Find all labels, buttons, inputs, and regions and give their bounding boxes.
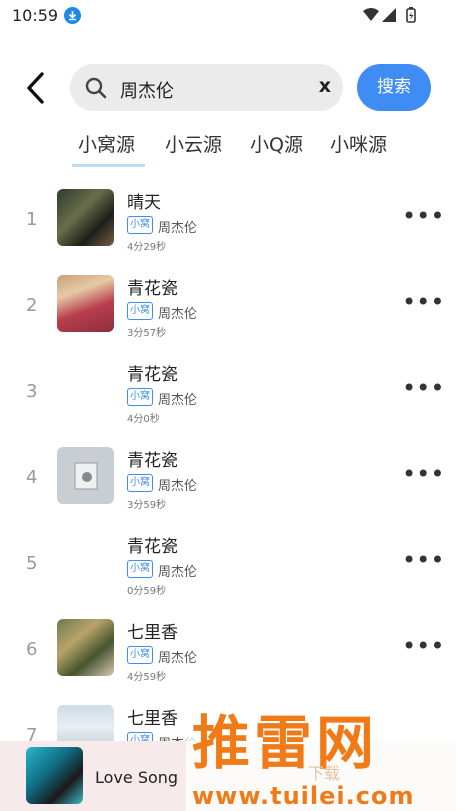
song-row[interactable]: 3 青花瓷 小窝 周杰伦 4分0秒 ••• bbox=[0, 361, 456, 447]
song-duration: 3分57秒 bbox=[127, 328, 167, 339]
source-badge: 小窝 bbox=[127, 216, 153, 234]
song-duration: 4分0秒 bbox=[127, 414, 160, 425]
song-title: 青花瓷 bbox=[127, 365, 178, 385]
song-title: 七里香 bbox=[127, 623, 178, 643]
signal-icon bbox=[382, 8, 396, 22]
album-cover bbox=[57, 619, 114, 676]
battery-icon bbox=[406, 7, 416, 23]
now-playing-title[interactable]: Love Song bbox=[95, 768, 178, 787]
source-badge: 小窝 bbox=[127, 388, 153, 406]
song-duration: 4分59秒 bbox=[127, 672, 167, 683]
more-options-icon[interactable]: ••• bbox=[402, 548, 444, 572]
watermark-url: www.tuilei.com bbox=[192, 782, 415, 810]
more-options-icon[interactable]: ••• bbox=[402, 462, 444, 486]
song-index: 5 bbox=[26, 553, 38, 574]
song-duration: 3分59秒 bbox=[127, 500, 167, 511]
song-artist: 周杰伦 bbox=[158, 651, 198, 666]
song-artist: 周杰伦 bbox=[158, 565, 198, 580]
album-cover bbox=[57, 189, 114, 246]
song-index: 3 bbox=[26, 381, 38, 402]
search-query[interactable]: 周杰伦 bbox=[120, 77, 174, 103]
song-row[interactable]: 1 晴天 小窝 周杰伦 4分29秒 ••• bbox=[0, 189, 456, 275]
song-index: 4 bbox=[26, 467, 38, 488]
download-icon bbox=[64, 7, 81, 24]
tab-xiaowo[interactable]: 小窝源 bbox=[78, 130, 135, 157]
song-row[interactable]: 5 青花瓷 小窝 周杰伦 0分59秒 ••• bbox=[0, 533, 456, 619]
active-tab-indicator bbox=[72, 164, 145, 167]
song-artist: 周杰伦 bbox=[158, 221, 198, 236]
now-playing-cover[interactable] bbox=[26, 747, 83, 804]
tab-xiaomi[interactable]: 小咪源 bbox=[330, 130, 387, 157]
song-index: 1 bbox=[26, 209, 38, 230]
search-input[interactable]: 周杰伦 x bbox=[70, 64, 343, 111]
song-artist: 周杰伦 bbox=[158, 479, 198, 494]
wifi-icon bbox=[363, 8, 379, 21]
song-duration: 4分29秒 bbox=[127, 242, 167, 253]
source-badge: 小窝 bbox=[127, 302, 153, 320]
watermark-logo: 推雷网 bbox=[192, 709, 379, 777]
song-title: 青花瓷 bbox=[127, 279, 178, 299]
tab-xiaoq[interactable]: 小Q源 bbox=[250, 130, 303, 157]
song-row[interactable]: 2 青花瓷 小窝 周杰伦 3分57秒 ••• bbox=[0, 275, 456, 361]
chevron-left-icon bbox=[27, 72, 44, 104]
song-title: 七里香 bbox=[127, 709, 178, 729]
song-index: 6 bbox=[26, 639, 38, 660]
song-artist: 周杰伦 bbox=[158, 307, 198, 322]
song-duration: 0分59秒 bbox=[127, 586, 167, 597]
source-badge: 小窝 bbox=[127, 560, 153, 578]
source-tabs: 小窝源 小云源 小Q源 小咪源 bbox=[72, 130, 456, 170]
tab-xiaoyun[interactable]: 小云源 bbox=[165, 130, 222, 157]
song-index: 2 bbox=[26, 295, 38, 316]
search-icon bbox=[84, 76, 108, 104]
back-button[interactable] bbox=[22, 70, 52, 106]
more-options-icon[interactable]: ••• bbox=[402, 376, 444, 400]
watermark: 推雷网 下载 www.tuilei.com bbox=[186, 688, 456, 811]
more-options-icon[interactable]: ••• bbox=[402, 290, 444, 314]
album-cover bbox=[57, 275, 114, 332]
search-button[interactable]: 搜索 bbox=[357, 64, 431, 111]
source-badge: 小窝 bbox=[127, 646, 153, 664]
album-cover bbox=[57, 447, 114, 504]
song-title: 晴天 bbox=[127, 193, 161, 213]
more-options-icon[interactable]: ••• bbox=[402, 634, 444, 658]
source-badge: 小窝 bbox=[127, 474, 153, 492]
song-row[interactable]: 4 青花瓷 小窝 周杰伦 3分59秒 ••• bbox=[0, 447, 456, 533]
song-title: 青花瓷 bbox=[127, 451, 178, 471]
song-artist: 周杰伦 bbox=[158, 393, 198, 408]
clear-search-button[interactable]: x bbox=[319, 75, 331, 97]
more-options-icon[interactable]: ••• bbox=[402, 204, 444, 228]
watermark-subtext: 下载 bbox=[308, 764, 341, 783]
song-title: 青花瓷 bbox=[127, 537, 178, 557]
status-time: 10:59 bbox=[12, 6, 59, 25]
status-bar: 10:59 bbox=[0, 0, 456, 32]
status-icons bbox=[362, 6, 422, 28]
